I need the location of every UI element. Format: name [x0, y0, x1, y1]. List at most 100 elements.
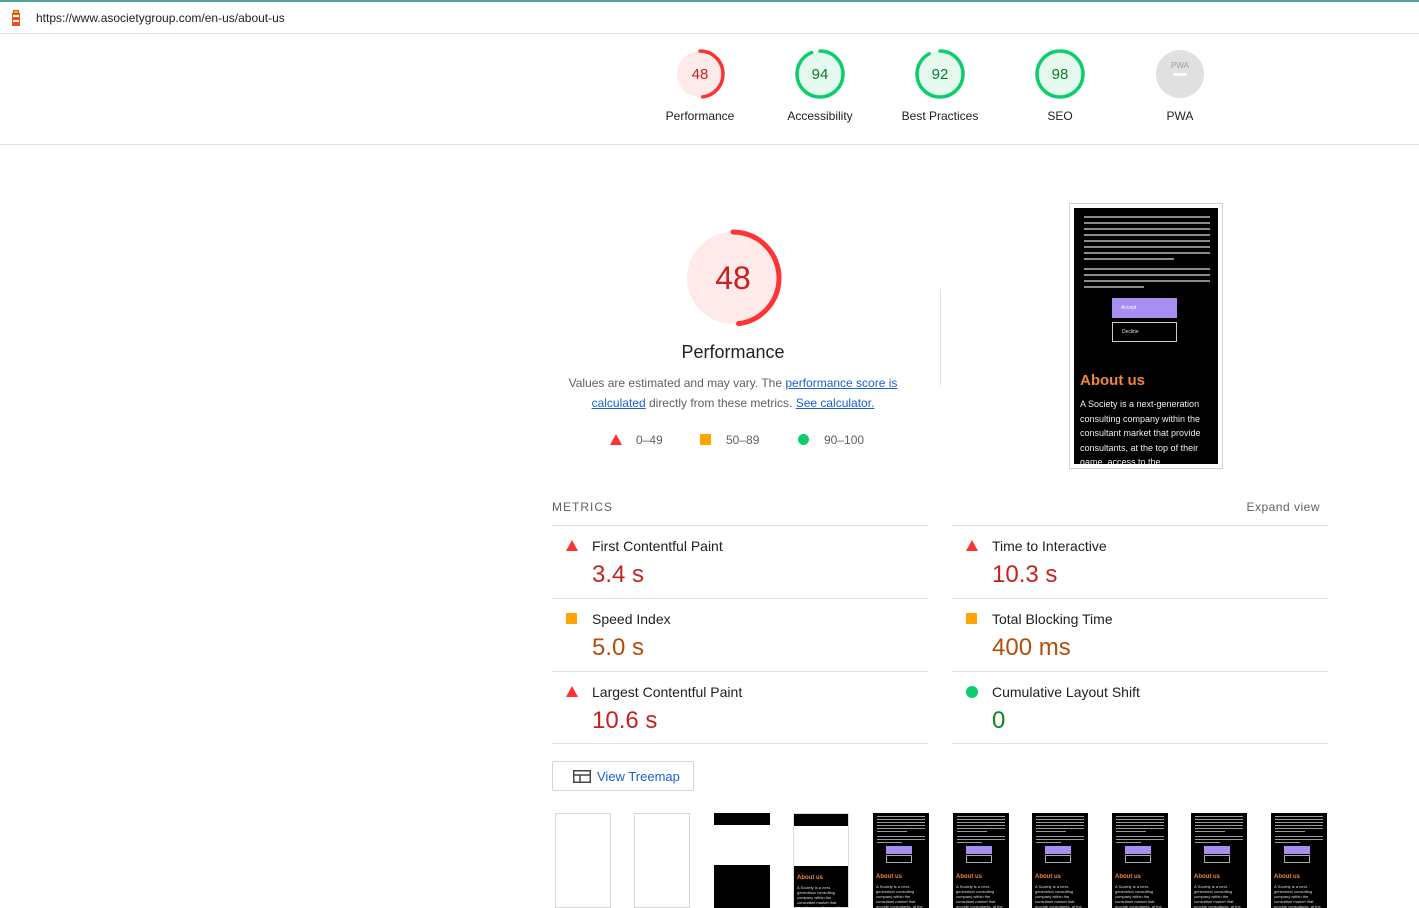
thumb-decline-button — [1045, 855, 1071, 863]
metric-name: Time to Interactive — [992, 538, 1107, 554]
metric-lcp: Largest Contentful Paint 10.6 s — [552, 671, 928, 744]
treemap-icon — [573, 770, 591, 783]
triangle-icon — [566, 540, 578, 551]
performance-title: Performance — [681, 342, 785, 362]
legend-range: 90–100 — [824, 433, 865, 447]
gauge-score: 48 — [692, 66, 709, 83]
metric-speed-index: Speed Index 5.0 s — [552, 598, 928, 671]
gauge-accessibility[interactable]: 94 Accessibility — [760, 48, 880, 123]
gauge-label: Performance — [665, 109, 735, 123]
thumb-body: A Society is a next-generation consultin… — [797, 885, 844, 908]
square-icon — [700, 434, 711, 445]
thumb-body: A Society is a next-generation consultin… — [956, 884, 1003, 908]
filmstrip-frame: About us A Society is a next-generation c… — [1032, 813, 1088, 908]
triangle-icon — [966, 540, 978, 551]
circle-icon — [798, 434, 809, 445]
metric-value: 400 ms — [992, 634, 1071, 661]
metric-value: 10.6 s — [592, 707, 658, 734]
gauge-best-practices[interactable]: 92 Best Practices — [880, 48, 1000, 123]
filmstrip-frame: About us A Society is a next-generation c… — [1271, 813, 1327, 908]
thumb-decline-button — [886, 855, 912, 863]
divider — [940, 289, 941, 385]
performance-gauge-icon: 48 — [675, 49, 725, 99]
see-calculator-link[interactable]: See calculator. — [796, 396, 875, 410]
filmstrip-frame — [714, 813, 770, 908]
thumb-accept-button — [1204, 846, 1230, 854]
expand-view-button[interactable]: Expand view — [1246, 500, 1320, 514]
thumb-accept-button — [966, 846, 992, 854]
thumb-heading: About us — [1194, 874, 1220, 880]
url-bar: https://www.asocietygroup.com/en-us/abou… — [0, 0, 1419, 34]
performance-summary: 48 Performance Values are estimated and … — [563, 228, 903, 413]
filmstrip-frame: About us A Society is a next-generation c… — [873, 813, 929, 908]
legend-fail: 0–49 — [610, 433, 663, 447]
gauge-score: 98 — [1052, 66, 1069, 83]
thumb-decline-button — [1284, 855, 1310, 863]
thumb-body: A Society is a next-generation consultin… — [1035, 884, 1082, 908]
triangle-icon — [610, 434, 622, 445]
thumb-body: A Society is a next-generation consultin… — [876, 884, 923, 908]
best-practices-gauge-icon: 92 — [915, 49, 965, 99]
lighthouse-icon — [12, 10, 20, 26]
metrics-right-column: Time to Interactive 10.3 s Total Blockin… — [952, 525, 1328, 744]
gauge-score: 94 — [812, 66, 829, 83]
legend-range: 0–49 — [636, 433, 663, 447]
thumb-body: A Society is a next-generation consultin… — [1194, 884, 1241, 908]
thumb-heading: About us — [1115, 874, 1141, 880]
final-screenshot[interactable]: Accept Decline About us A Society is a n… — [1069, 203, 1223, 469]
metric-tti: Time to Interactive 10.3 s — [952, 525, 1328, 598]
gauge-seo[interactable]: 98 SEO — [1000, 48, 1120, 123]
gauge-label: PWA — [1166, 109, 1194, 123]
metric-tbt: Total Blocking Time 400 ms — [952, 598, 1328, 671]
metric-name: Total Blocking Time — [992, 611, 1113, 627]
metric-cls: Cumulative Layout Shift 0 — [952, 671, 1328, 744]
view-treemap-button[interactable]: View Treemap — [552, 761, 694, 791]
desc-text: directly from these metrics. — [645, 396, 796, 410]
metric-name: Largest Contentful Paint — [592, 684, 743, 700]
metric-value: 3.4 s — [592, 561, 645, 588]
desc-text: Values are estimated and may vary. The — [568, 376, 786, 390]
thumb-decline-button — [1204, 855, 1230, 863]
thumb-decline-button — [1125, 855, 1151, 863]
thumb-accept-button — [1284, 846, 1310, 854]
thumb-body: A Society is a next-generation consultin… — [1274, 884, 1321, 908]
view-treemap-label: View Treemap — [597, 769, 680, 784]
gauge-label: SEO — [1047, 109, 1073, 123]
metrics-header: METRICS — [552, 500, 613, 514]
thumb-accept-button — [1045, 846, 1071, 854]
thumb-accept-button — [886, 846, 912, 854]
pwa-gauge-icon: PWA — [1156, 50, 1204, 98]
gauge-label: Accessibility — [787, 109, 853, 123]
legend-range: 50–89 — [726, 433, 760, 447]
metric-value: 0 — [992, 707, 1006, 734]
metric-name: First Contentful Paint — [592, 538, 723, 554]
thumb-decline-button — [966, 855, 992, 863]
thumb-heading: About us — [1035, 874, 1061, 880]
legend-average: 50–89 — [700, 433, 759, 447]
gauge-score: 92 — [932, 66, 949, 83]
filmstrip-frame: About us A Society is a next-generation … — [793, 813, 849, 908]
metric-name: Cumulative Layout Shift — [992, 684, 1140, 700]
square-icon — [966, 613, 977, 624]
metric-fcp: First Contentful Paint 3.4 s — [552, 525, 928, 598]
square-icon — [566, 613, 577, 624]
gauge-label: Best Practices — [901, 109, 979, 123]
big-score: 48 — [715, 260, 751, 296]
accessibility-gauge-icon: 94 — [795, 49, 845, 99]
circle-icon — [966, 686, 978, 698]
accept-button: Accept — [1112, 298, 1177, 318]
decline-button: Decline — [1112, 322, 1177, 342]
metric-name: Speed Index — [592, 611, 671, 627]
performance-big-gauge-icon: 48 — [684, 229, 782, 327]
page-url[interactable]: https://www.asocietygroup.com/en-us/abou… — [36, 11, 285, 25]
gauge-pwa[interactable]: PWA PWA — [1120, 48, 1240, 123]
filmstrip-frame: About us A Society is a next-generation c… — [1112, 813, 1168, 908]
screenshot-heading: About us — [1080, 372, 1145, 389]
thumb-heading: About us — [1274, 874, 1300, 880]
thumb-accept-button — [1125, 846, 1151, 854]
category-gauges: 48 Performance 94 Accessibility 92 Best … — [0, 34, 1419, 145]
triangle-icon — [566, 686, 578, 697]
gauge-performance[interactable]: 48 Performance — [640, 48, 760, 123]
filmstrip-frame — [555, 813, 611, 908]
performance-description: Values are estimated and may vary. The p… — [563, 373, 903, 413]
